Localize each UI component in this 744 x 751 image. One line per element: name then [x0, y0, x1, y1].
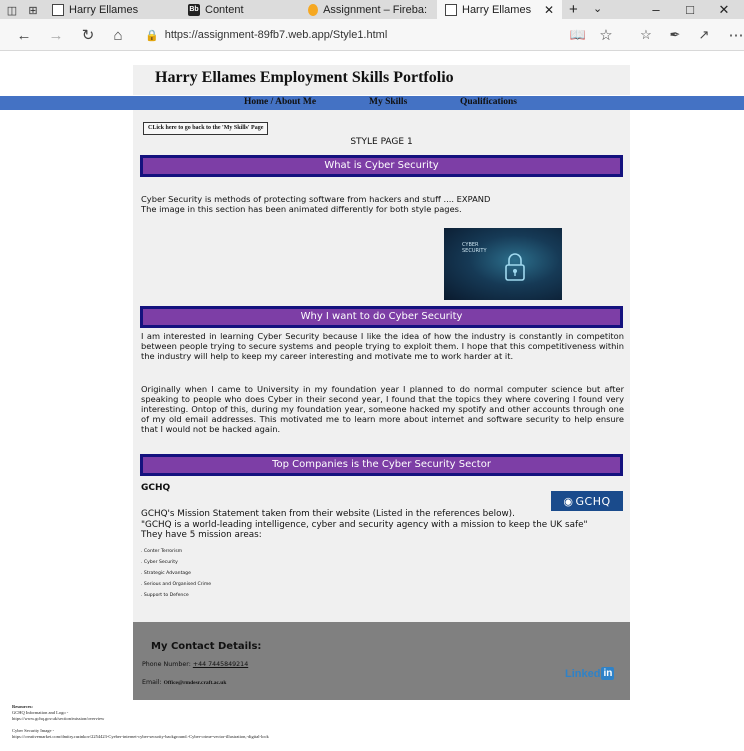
tab-harry-ellames-active[interactable]: Harry Ellames ✕ — [437, 0, 562, 19]
list-item: Cyber Security — [141, 557, 211, 568]
section-heading-why: Why I want to do Cyber Security — [140, 306, 623, 328]
close-tab-icon[interactable]: ✕ — [544, 3, 554, 17]
page-icon — [52, 3, 64, 16]
back-to-skills-button[interactable]: CLick here to go back to the 'My Skills'… — [143, 122, 269, 135]
resources-section: Resources: GCHQ Information and Logo - h… — [12, 704, 269, 740]
more-menu-icon[interactable]: ⋯ — [726, 25, 744, 45]
contact-title: My Contact Details: — [151, 641, 262, 652]
tab-label: Assignment – Fireba: — [323, 3, 427, 16]
why-paragraph-2: Originally when I came to University in … — [141, 384, 624, 435]
url-text: https://assignment-89fb7.web.app/Style1.… — [164, 29, 388, 41]
section-heading-what: What is Cyber Security — [140, 155, 623, 177]
site-header: Harry Ellames Employment Skills Portfoli… — [133, 65, 630, 95]
tab-harry-ellames-1[interactable]: Harry Ellames — [44, 0, 152, 19]
image-caption-line: SECURITY — [462, 248, 487, 254]
gchq-line: GCHQ's Mission Statement taken from thei… — [141, 509, 515, 519]
gchq-logo-text: GCHQ — [575, 494, 611, 508]
lock-icon: 🔒 — [145, 29, 159, 42]
why-paragraph-1: I am interested in learning Cyber Securi… — [141, 331, 624, 362]
favorites-list-icon[interactable]: ☆ — [636, 25, 656, 45]
nav-home-link[interactable]: Home / About Me — [244, 97, 316, 107]
browser-toolbar: ← → ↻ ⌂ 🔒 https://assignment-89fb7.web.a… — [0, 19, 744, 51]
main-nav: Home / About Me My Skills Qualifications — [0, 96, 744, 110]
firebase-icon — [308, 3, 319, 16]
phone-label: Phone Number: — [142, 661, 191, 668]
page-icon — [445, 3, 457, 16]
new-tab-icon[interactable]: + — [569, 1, 578, 18]
tab-assignment-firebase[interactable]: Assignment – Fireba: — [300, 0, 435, 19]
what-line: Cyber Security is methods of protecting … — [141, 194, 491, 204]
home-icon[interactable]: ⌂ — [108, 25, 128, 45]
padlock-icon — [505, 253, 525, 281]
share-icon[interactable]: ↗ — [694, 25, 714, 45]
linkedin-icon: in — [601, 667, 615, 680]
nav-qualifications-link[interactable]: Qualifications — [460, 97, 517, 107]
list-item: Strategic Advantage — [141, 568, 211, 579]
list-item: Serious and Organised Crime — [141, 579, 211, 590]
email-label: Email: — [142, 679, 162, 686]
crest-icon: ◉ — [563, 494, 574, 508]
company-name: GCHQ — [141, 483, 171, 493]
what-text: Cyber Security is methods of protecting … — [141, 194, 624, 214]
tab-label: Harry Ellames — [69, 3, 139, 16]
list-item: Conter Terrorism — [141, 546, 211, 557]
web-page: Harry Ellames Employment Skills Portfoli… — [0, 52, 744, 751]
browser-tab-bar: ◫ ⊞ Harry Ellames Bb Content Assignment … — [0, 0, 744, 19]
email-line: Email: Office@rmdesr.craft.ac.uk — [142, 679, 226, 686]
tab-content[interactable]: Bb Content — [180, 0, 290, 19]
style-page-label: STYLE PAGE 1 — [350, 137, 413, 147]
gchq-mission-text: GCHQ's Mission Statement taken from thei… — [141, 509, 624, 541]
favorite-star-icon[interactable]: ☆ — [596, 25, 616, 45]
list-item: Support to Defence — [141, 590, 211, 601]
resource-link[interactable]: https://creativemarket.com/dmitry.razink… — [12, 734, 269, 740]
tab-actions-icon[interactable]: ◫ — [5, 3, 19, 17]
refresh-icon[interactable]: ↻ — [78, 25, 98, 45]
tab-label: Harry Ellames — [462, 3, 532, 16]
gchq-line: "GCHQ is a world-leading intelligence, c… — [141, 519, 588, 530]
email-link[interactable]: Office@rmdesr.craft.ac.uk — [164, 680, 227, 686]
pen-icon[interactable]: ✒ — [665, 25, 685, 45]
blackboard-icon: Bb — [188, 3, 200, 16]
reading-view-icon[interactable]: 📖 — [568, 25, 588, 45]
phone-line: Phone Number: +44 7445849214 — [142, 661, 248, 668]
set-tabs-aside-icon[interactable]: ⊞ — [26, 3, 40, 17]
contact-footer: My Contact Details: Phone Number: +44 74… — [133, 622, 630, 700]
main-content: CLick here to go back to the 'My Skills'… — [133, 110, 630, 622]
close-window-icon[interactable]: ✕ — [704, 0, 744, 19]
forward-arrow-icon[interactable]: → — [46, 25, 66, 45]
address-bar[interactable]: 🔒 https://assignment-89fb7.web.app/Style… — [145, 26, 565, 44]
cyber-security-image: CYBER SECURITY — [444, 228, 562, 300]
phone-link[interactable]: +44 7445849214 — [193, 661, 248, 668]
linkedin-link[interactable]: Linked in — [565, 667, 615, 680]
image-caption: CYBER SECURITY — [462, 242, 487, 254]
gchq-logo: ◉ GCHQ — [551, 491, 623, 511]
what-line: The image in this section has been anima… — [141, 204, 462, 215]
section-heading-companies: Top Companies is the Cyber Security Sect… — [140, 454, 623, 476]
page-title: Harry Ellames Employment Skills Portfoli… — [155, 69, 454, 86]
back-arrow-icon[interactable]: ← — [14, 25, 34, 45]
nav-my-skills-link[interactable]: My Skills — [369, 97, 407, 107]
tab-list-chevron-icon[interactable]: ⌄ — [593, 2, 602, 15]
linkedin-text: Linked — [565, 667, 601, 680]
gchq-line: They have 5 mission areas: — [141, 530, 262, 540]
tab-label: Content — [205, 3, 244, 16]
mission-areas-list: Conter Terrorism Cyber Security Strategi… — [141, 546, 211, 601]
